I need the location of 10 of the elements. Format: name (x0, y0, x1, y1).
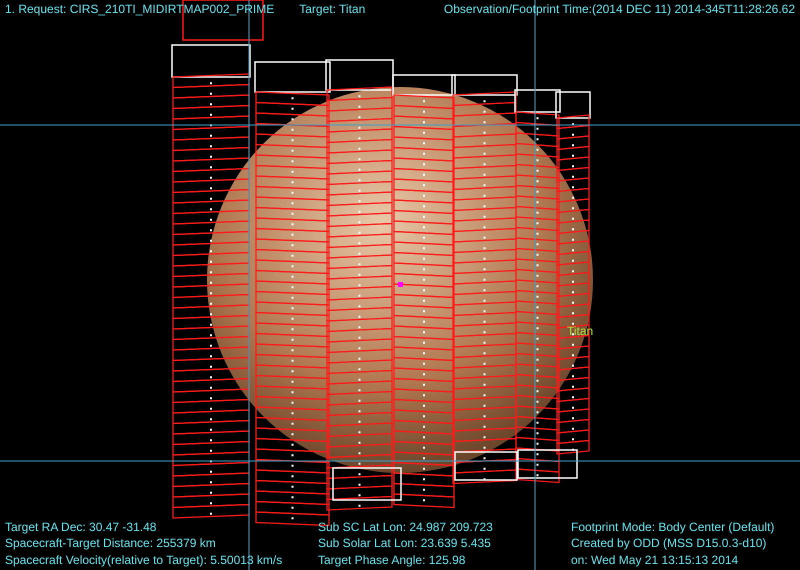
info-text: Created by ODD (MSS D15.0.3-d10) (571, 535, 768, 552)
info-text: Target Phase Angle: 125.98 (318, 552, 466, 568)
target-text: Target: Titan (299, 2, 366, 17)
info-text: Footprint Mode: Body Center (Default) (571, 518, 774, 535)
info-text: on: Wed May 21 13:15:13 2014 (571, 552, 740, 568)
info-text: Spacecraft-Target Distance: 255379 km (5, 535, 217, 552)
center-marker-icon (398, 282, 403, 287)
info-text: Target RA Dec: 30.47 -31.48 (5, 518, 158, 535)
info-text: Sub SC Lat Lon: 24.987 209.723 (318, 518, 493, 535)
info-text: Sub Solar Lat Lon: 23.639 5.435 (318, 535, 492, 552)
